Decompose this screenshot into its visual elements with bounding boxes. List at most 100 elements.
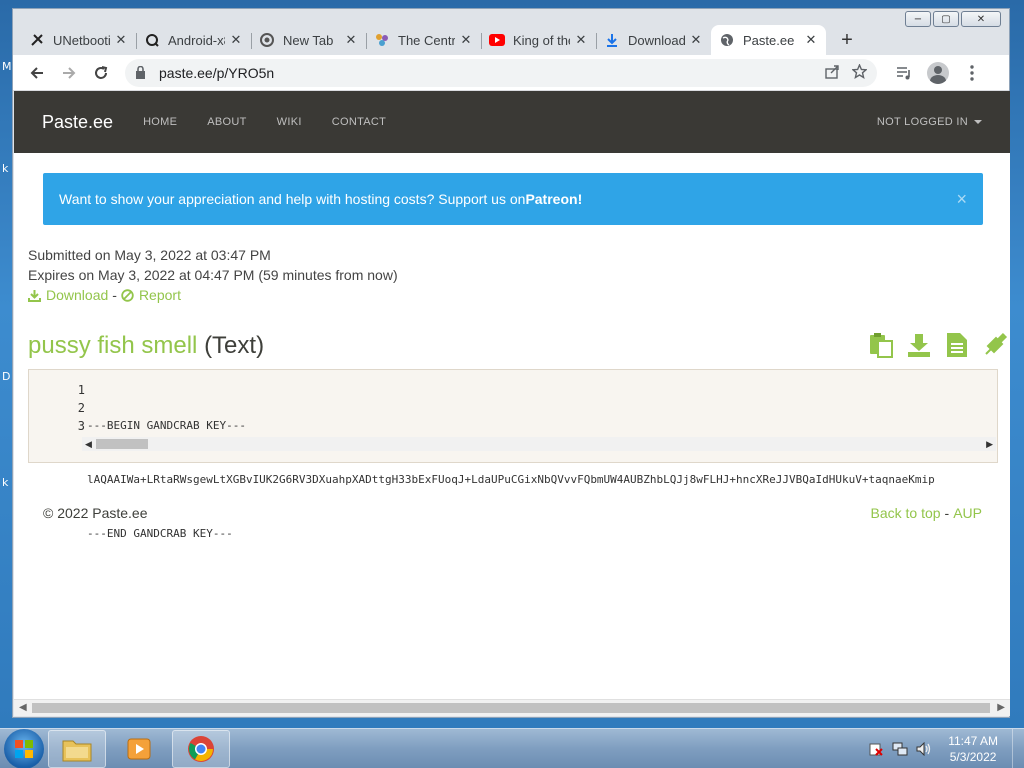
chrome-icon: [259, 32, 275, 48]
lock-icon: [135, 66, 149, 79]
page-content: Paste.ee HOME ABOUT WIKI CONTACT NOT LOG…: [14, 91, 1010, 699]
tab-title: Android-x86: [168, 32, 225, 48]
window-controls: − ▢ ✕: [905, 11, 1001, 27]
site-brand[interactable]: Paste.ee: [42, 112, 113, 133]
back-button[interactable]: [21, 59, 53, 87]
back-to-top-link[interactable]: Back to top: [870, 505, 940, 521]
paste-actions: [868, 331, 1008, 359]
download-icon: [604, 32, 620, 48]
scroll-left-icon[interactable]: ◀: [19, 702, 27, 713]
globe-icon: [719, 32, 735, 48]
page-horizontal-scrollbar[interactable]: ◀ ▶: [14, 699, 1010, 716]
new-tab-button[interactable]: +: [832, 25, 862, 55]
copy-button[interactable]: [868, 331, 894, 359]
menu-kebab-icon[interactable]: [959, 60, 985, 86]
tab-title: New Tab: [283, 32, 334, 48]
close-icon[interactable]: ✕: [229, 32, 243, 48]
profile-button[interactable]: [925, 60, 951, 86]
separator: -: [944, 505, 950, 521]
aup-link[interactable]: AUP: [953, 505, 982, 521]
line-number: 1: [77, 383, 85, 397]
clock-time: 11:47 AM: [948, 733, 998, 748]
tab-android[interactable]: Android-x86 ✕: [136, 25, 251, 55]
close-window-button[interactable]: ✕: [961, 11, 1001, 27]
account-label: NOT LOGGED IN: [876, 116, 968, 128]
close-icon[interactable]: ✕: [344, 32, 358, 48]
plug-icon: [985, 332, 1008, 355]
arrow-left-icon: [30, 66, 43, 79]
reload-button[interactable]: [85, 59, 117, 87]
scrollbar-thumb[interactable]: [32, 703, 990, 713]
minimize-button[interactable]: −: [905, 11, 931, 27]
scroll-left-icon[interactable]: ◀: [85, 439, 92, 450]
patreon-link[interactable]: Patreon: [525, 191, 577, 207]
share-icon[interactable]: [825, 64, 840, 82]
nav-wiki[interactable]: WIKI: [277, 116, 302, 128]
windows-logo-icon: [15, 739, 33, 758]
address-bar[interactable]: paste.ee/p/YRO5n: [125, 58, 877, 87]
download-button[interactable]: [906, 331, 932, 359]
close-icon[interactable]: ✕: [574, 32, 588, 48]
tab-strip: UNetbootin ✕ Android-x86 ✕ New Tab ✕ The…: [21, 21, 862, 55]
embed-button[interactable]: [982, 331, 1008, 359]
close-icon[interactable]: ✕: [689, 32, 703, 48]
close-icon[interactable]: ✕: [459, 32, 473, 48]
account-dropdown[interactable]: NOT LOGGED IN: [877, 116, 982, 128]
tab-unetbootin[interactable]: UNetbootin ✕: [21, 25, 136, 55]
unetbootin-icon: [29, 32, 45, 48]
taskbar-clock[interactable]: 11:47 AM 5/3/2022: [948, 733, 998, 765]
nav-about[interactable]: ABOUT: [207, 116, 246, 128]
separator: -: [112, 287, 117, 303]
media-player-taskbar-button[interactable]: [110, 730, 168, 768]
download-link[interactable]: Download: [28, 285, 108, 305]
media-queue-icon[interactable]: [891, 60, 917, 86]
tab-new-tab[interactable]: New Tab ✕: [251, 25, 366, 55]
code-horizontal-scrollbar[interactable]: ◀ ▶: [82, 437, 996, 451]
bookmark-star-icon[interactable]: [851, 62, 868, 82]
line-number: 3: [77, 419, 85, 433]
alert-text: Want to show your appreciation and help …: [59, 191, 526, 207]
submitted-text: Submitted on May 3, 2022 at 03:47 PM: [28, 247, 271, 263]
tab-youtube[interactable]: King of the ✕: [481, 25, 596, 55]
file-text-icon: [947, 333, 967, 357]
nav-contact[interactable]: CONTACT: [332, 116, 386, 128]
scroll-right-icon[interactable]: ▶: [997, 702, 1005, 713]
desktop-glyph: D: [2, 370, 11, 383]
volume-icon[interactable]: [916, 741, 932, 757]
action-center-icon[interactable]: [868, 741, 884, 757]
paste-code-box: 1 2 3 ---BEGIN GANDCRAB KEY--- lAQAAIWa+…: [28, 369, 998, 540]
forward-button[interactable]: [53, 59, 85, 87]
tab-paste-ee[interactable]: Paste.ee ✕: [711, 25, 826, 55]
tab-title: Downloads: [628, 32, 685, 48]
line-numbers: 1 2 3: [29, 381, 85, 435]
browser-window: − ▢ ✕ UNetbootin ✕ Android-x86 ✕ New Tab…: [12, 8, 1010, 718]
explorer-taskbar-button[interactable]: [48, 729, 106, 768]
start-button[interactable]: [4, 728, 44, 768]
arrow-right-icon: [63, 66, 76, 79]
show-desktop-button[interactable]: [1012, 728, 1024, 768]
tab-downloads[interactable]: Downloads ✕: [596, 25, 711, 55]
close-icon[interactable]: ✕: [114, 32, 128, 48]
scroll-right-icon[interactable]: ▶: [986, 439, 993, 450]
tab-the-centre[interactable]: The Centre ✕: [366, 25, 481, 55]
report-link[interactable]: Report: [121, 285, 181, 305]
close-icon[interactable]: ✕: [804, 32, 818, 48]
taskbar: 11:47 AM 5/3/2022: [0, 728, 1024, 768]
paste-type: (Text): [204, 332, 265, 359]
paste-meta-links: Download - Report: [28, 285, 398, 305]
chrome-icon: [188, 735, 214, 762]
scrollbar-thumb[interactable]: [96, 439, 148, 449]
nav-home[interactable]: HOME: [143, 116, 177, 128]
desktop-glyph: M: [2, 60, 12, 73]
tab-title: King of the: [513, 32, 570, 48]
raw-file-button[interactable]: [944, 331, 970, 359]
footer-copyright: © 2022 Paste.ee: [43, 505, 148, 521]
chrome-taskbar-button[interactable]: [172, 729, 230, 768]
maximize-button[interactable]: ▢: [933, 11, 959, 27]
alert-close-button[interactable]: ×: [956, 189, 967, 210]
download-icon: [28, 289, 41, 302]
paste-title: pussy fish smell (Text): [28, 332, 264, 360]
patreon-alert: Want to show your appreciation and help …: [43, 173, 983, 225]
network-icon[interactable]: [892, 741, 908, 757]
youtube-icon: [489, 32, 505, 48]
